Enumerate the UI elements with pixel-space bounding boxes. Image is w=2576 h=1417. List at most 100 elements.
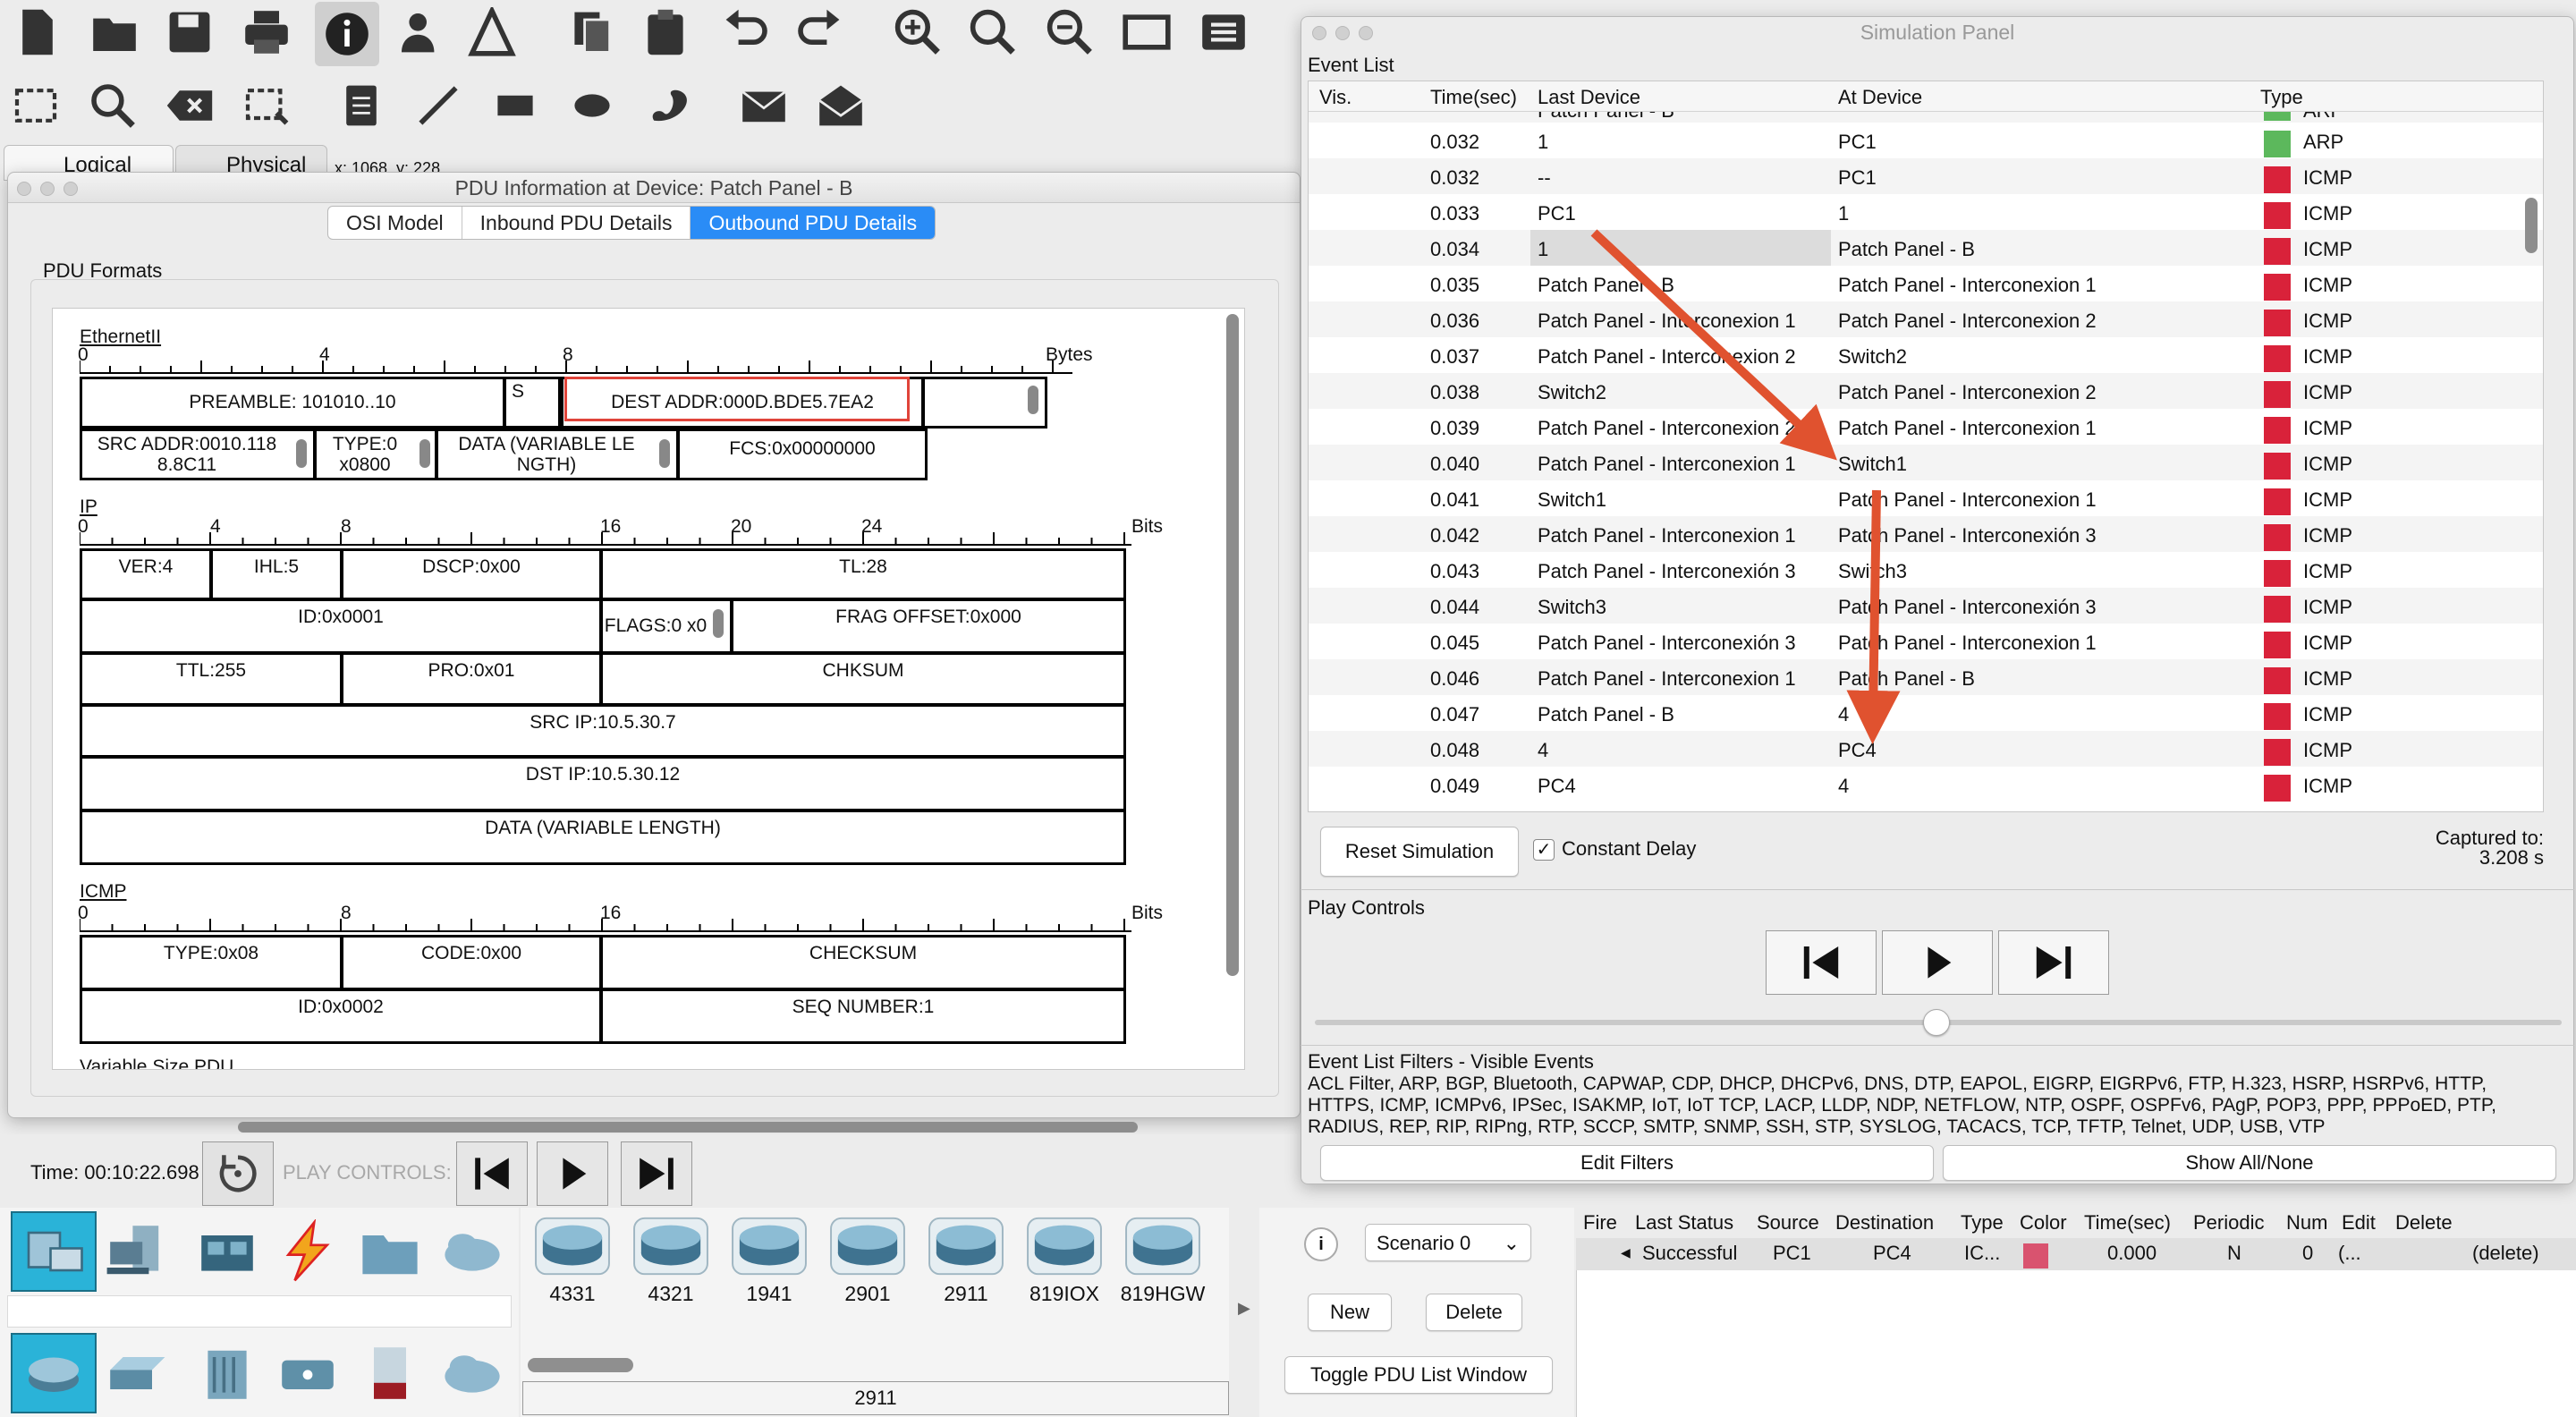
device-model-tile[interactable]: 2901 bbox=[823, 1209, 912, 1308]
subcategory-wireless-icon[interactable] bbox=[265, 1333, 351, 1413]
event-row[interactable]: 0.036 Patch Panel - Interconexion 1 Patch … bbox=[1309, 301, 2543, 337]
subcategory-hubs-icon[interactable] bbox=[184, 1333, 270, 1413]
resize-icon[interactable] bbox=[238, 77, 295, 134]
open-folder-icon[interactable] bbox=[86, 4, 143, 61]
add-complex-pdu-icon[interactable] bbox=[812, 77, 869, 134]
event-row[interactable]: 0.044 Switch3 Patch Panel - Interconexión … bbox=[1309, 588, 2543, 624]
event-list-scrollbar[interactable] bbox=[2525, 198, 2538, 253]
field-scrollbar[interactable] bbox=[419, 439, 430, 468]
category-components-icon[interactable] bbox=[184, 1211, 270, 1292]
event-row[interactable]: 0.033 PC1 1 ICMP bbox=[1309, 194, 2543, 230]
close-window-icon[interactable] bbox=[17, 182, 31, 196]
user-profile-icon[interactable] bbox=[392, 4, 449, 61]
row-edit[interactable]: (... bbox=[2338, 1242, 2361, 1265]
field-scrollbar[interactable] bbox=[713, 609, 724, 638]
save-icon[interactable] bbox=[161, 4, 218, 61]
device-model-tile[interactable]: 4321 bbox=[626, 1209, 716, 1308]
scenario-info-icon[interactable]: i bbox=[1304, 1227, 1338, 1261]
category-multiuser-icon[interactable] bbox=[429, 1211, 515, 1292]
constant-delay-checkbox[interactable]: ✓ bbox=[1533, 839, 1555, 861]
device-model-tile[interactable]: 819IOX bbox=[1020, 1209, 1109, 1308]
canvas-horizontal-scrollbar[interactable] bbox=[238, 1122, 1138, 1133]
step-forward-button[interactable] bbox=[621, 1141, 692, 1206]
category-misc-icon[interactable] bbox=[347, 1211, 433, 1292]
tab-outbound-pdu[interactable]: Outbound PDU Details bbox=[691, 207, 936, 239]
event-row[interactable]: 0.032 -- PC1 ICMP bbox=[1309, 158, 2543, 194]
event-row[interactable]: 0.047 Patch Panel - B 4 ICMP bbox=[1309, 695, 2543, 731]
ellipse-icon[interactable] bbox=[564, 77, 621, 134]
event-row[interactable]: 0.040 Patch Panel - Interconexion 1 Switch… bbox=[1309, 445, 2543, 480]
zoom-window-icon[interactable] bbox=[1359, 26, 1373, 40]
subcategory-security-icon[interactable] bbox=[347, 1333, 433, 1413]
toggle-pdu-list-button[interactable]: Toggle PDU List Window bbox=[1284, 1356, 1553, 1394]
zoom-reset-icon[interactable] bbox=[964, 4, 1021, 61]
zoom-in-icon[interactable] bbox=[889, 4, 946, 61]
note-icon[interactable] bbox=[333, 77, 390, 134]
paste-icon[interactable] bbox=[637, 4, 694, 61]
delete-scenario-button[interactable]: Delete bbox=[1426, 1294, 1522, 1331]
copy-icon[interactable] bbox=[564, 4, 621, 61]
models-horizontal-scrollbar[interactable] bbox=[528, 1358, 633, 1372]
field-scrollbar[interactable] bbox=[659, 439, 670, 468]
subcategory-routers-icon[interactable] bbox=[11, 1333, 97, 1413]
event-row[interactable]: 0.039 Patch Panel - Interconexion 2 Patch … bbox=[1309, 409, 2543, 445]
redo-icon[interactable] bbox=[791, 4, 848, 61]
event-row[interactable]: 0.045 Patch Panel - Interconexión 3 Patch … bbox=[1309, 624, 2543, 659]
fire-toggle-icon[interactable]: ◀ bbox=[1621, 1245, 1631, 1260]
new-scenario-button[interactable]: New bbox=[1308, 1294, 1392, 1331]
undo-icon[interactable] bbox=[717, 4, 775, 61]
edit-filters-button[interactable]: Edit Filters bbox=[1320, 1145, 1934, 1181]
delete-icon[interactable] bbox=[161, 77, 218, 134]
add-simple-pdu-icon[interactable] bbox=[735, 77, 792, 134]
scenario-select[interactable]: Scenario 0 ⌄ bbox=[1365, 1224, 1531, 1261]
info-icon[interactable] bbox=[318, 5, 376, 63]
close-window-icon[interactable] bbox=[1312, 26, 1326, 40]
network-info-icon[interactable] bbox=[463, 4, 521, 61]
device-model-tile[interactable]: 4331 bbox=[528, 1209, 617, 1308]
field-scrollbar[interactable] bbox=[1028, 386, 1038, 414]
new-file-icon[interactable] bbox=[9, 4, 66, 61]
window-icon[interactable] bbox=[1118, 4, 1175, 61]
sim-step-forward-button[interactable] bbox=[1998, 930, 2109, 995]
sim-play-button[interactable] bbox=[1882, 930, 1993, 995]
event-row[interactable]: 0.038 Switch2 Patch Panel - Interconexion … bbox=[1309, 373, 2543, 409]
tab-inbound-pdu[interactable]: Inbound PDU Details bbox=[462, 207, 691, 239]
subcategory-wan-emulation-icon[interactable] bbox=[429, 1333, 515, 1413]
draw-line-icon[interactable] bbox=[410, 77, 467, 134]
category-end-devices-icon[interactable] bbox=[93, 1211, 179, 1292]
reset-simulation-button[interactable]: Reset Simulation bbox=[1320, 827, 1519, 877]
tab-osi-model[interactable]: OSI Model bbox=[328, 207, 462, 239]
zoom-window-icon[interactable] bbox=[64, 182, 78, 196]
play-button[interactable] bbox=[537, 1141, 608, 1206]
event-row[interactable]: 0.034 1 Patch Panel - B ICMP bbox=[1309, 230, 2543, 266]
event-row[interactable]: 0.046 Patch Panel - Interconexion 1 Patch … bbox=[1309, 659, 2543, 695]
device-model-tile[interactable]: 2911 bbox=[921, 1209, 1011, 1308]
expand-arrow-icon[interactable]: ▶ bbox=[1238, 1299, 1250, 1318]
device-model-tile[interactable]: 1941 bbox=[724, 1209, 814, 1308]
select-icon[interactable] bbox=[7, 77, 64, 134]
minimize-window-icon[interactable] bbox=[40, 182, 55, 196]
show-all-none-button[interactable]: Show All/None bbox=[1943, 1145, 2556, 1181]
event-row[interactable]: 0.048 4 PC4 ICMP bbox=[1309, 731, 2543, 767]
power-cycle-button[interactable] bbox=[202, 1141, 274, 1206]
event-row[interactable]: 0.032 1 PC1 ARP bbox=[1309, 123, 2543, 158]
event-row-partial[interactable]: Patch Panel - B ARP bbox=[1309, 112, 2543, 123]
list-icon[interactable] bbox=[1195, 4, 1252, 61]
sim-step-back-button[interactable] bbox=[1766, 930, 1877, 995]
field-scrollbar[interactable] bbox=[296, 439, 307, 468]
category-connections-icon[interactable] bbox=[265, 1211, 351, 1292]
minimize-window-icon[interactable] bbox=[1335, 26, 1350, 40]
event-row[interactable]: 0.043 Patch Panel - Interconexión 3 Switch… bbox=[1309, 552, 2543, 588]
step-back-button[interactable] bbox=[456, 1141, 528, 1206]
row-delete[interactable]: (delete) bbox=[2472, 1242, 2539, 1265]
zoom-out-icon[interactable] bbox=[1041, 4, 1098, 61]
event-row[interactable]: 0.049 PC4 4 ICMP bbox=[1309, 767, 2543, 802]
pdu-vertical-scrollbar[interactable] bbox=[1226, 314, 1239, 976]
speed-slider-thumb[interactable] bbox=[1923, 1009, 1950, 1036]
device-model-tile[interactable]: 819HGW bbox=[1118, 1209, 1208, 1308]
pdu-list-row[interactable]: ◀ Successful PC1 PC4 IC... 0.000 N 0 (..… bbox=[1576, 1238, 2576, 1270]
subcategory-switches-icon[interactable] bbox=[93, 1333, 179, 1413]
rectangle-icon[interactable] bbox=[487, 77, 544, 134]
print-icon[interactable] bbox=[238, 4, 295, 61]
event-row[interactable]: 0.042 Patch Panel - Interconexion 1 Patch … bbox=[1309, 516, 2543, 552]
